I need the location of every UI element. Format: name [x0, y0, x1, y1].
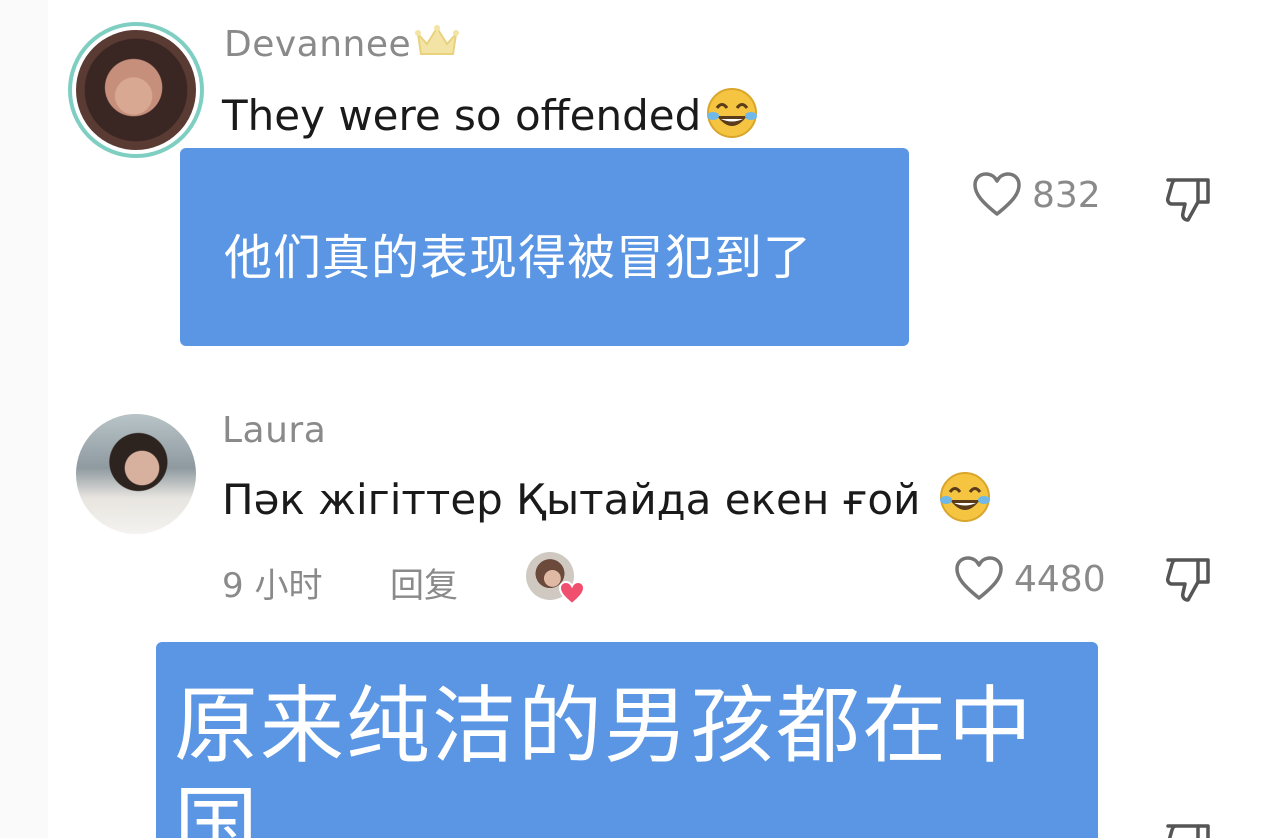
translation-box: 他们真的表现得被冒犯到了 [180, 148, 909, 346]
heart-outline-icon [973, 172, 1021, 216]
dislike-button[interactable] [1164, 176, 1214, 228]
thumbs-down-icon [1166, 178, 1210, 222]
translation-text: 他们真的表现得被冒犯到了 [224, 230, 813, 286]
left-margin [0, 0, 48, 838]
like-button[interactable]: 832 [972, 172, 1101, 218]
dislike-button[interactable] [1164, 556, 1214, 608]
translation-box: 原来纯洁的男孩都在中国 [156, 642, 1098, 838]
avatar-photo [76, 30, 196, 150]
comment-text-content: They were so offended [222, 91, 702, 140]
username-text: Devannee [224, 24, 412, 65]
timestamp-text: 9 小时 [222, 566, 323, 606]
comment-text: Пәк жігіттер Қытайда екен ғой [222, 470, 992, 524]
dislike-button[interactable] [1164, 822, 1214, 838]
username-text: Laura [222, 410, 327, 451]
heart-outline-icon [955, 556, 1003, 600]
comment-username[interactable]: Laura [222, 410, 326, 451]
comment-username[interactable]: Devannee [224, 24, 460, 65]
like-count: 4480 [1014, 558, 1106, 600]
like-count: 832 [1032, 174, 1101, 216]
laughing-tears-emoji [705, 86, 759, 140]
comment-text-content: Пәк жігіттер Қытайда екен ғой [222, 475, 934, 524]
reply-button[interactable]: 回复 [390, 558, 458, 607]
crown-icon [415, 24, 460, 58]
avatar-devannee[interactable] [68, 22, 204, 158]
translation-text: 原来纯洁的男孩都在中国 [174, 677, 1035, 838]
avatar-laura[interactable] [76, 414, 196, 534]
comment-text: They were so offended [222, 86, 759, 140]
comment-timestamp: 9 小时 [222, 558, 322, 607]
creator-liked-badge [526, 552, 586, 606]
thumbs-down-icon [1166, 558, 1210, 602]
thumbs-down-icon [1166, 824, 1210, 838]
laughing-tears-emoji [938, 470, 992, 524]
comment-thread: Devannee They were so offended 他们真的表现得被冒… [0, 0, 1280, 838]
like-button[interactable]: 4480 [954, 556, 1106, 602]
reply-label: 回复 [390, 566, 458, 606]
heart-filled-icon [558, 580, 586, 606]
